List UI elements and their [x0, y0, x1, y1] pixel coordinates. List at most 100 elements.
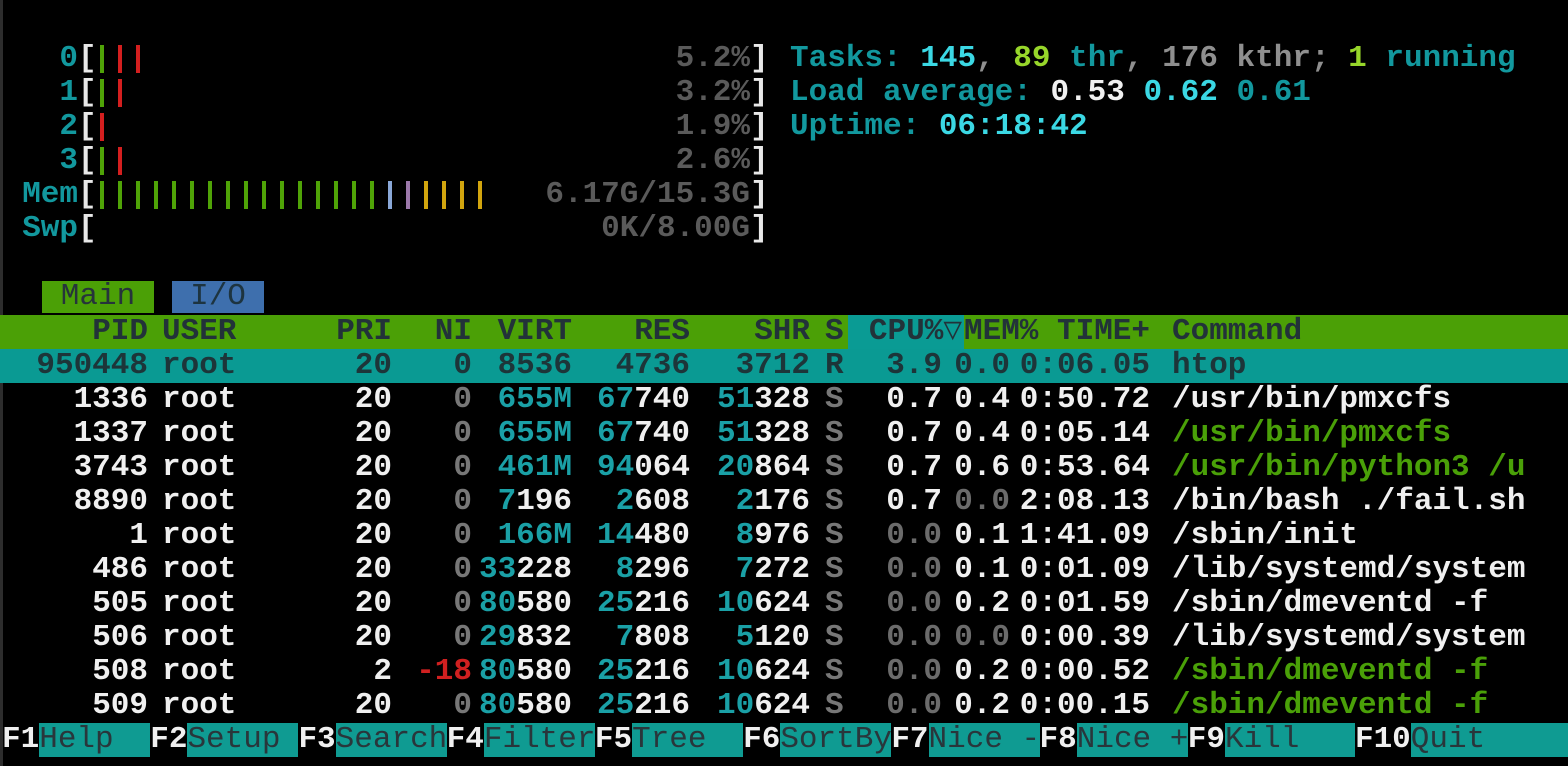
close-bracket: ] [750, 178, 769, 212]
fkey-f9-label[interactable]: Kill [1225, 723, 1355, 757]
process-row[interactable]: 1336root200655M6774051328S0.70.40:50.72/… [0, 383, 1568, 417]
tasks-line-segment: 89 [1013, 41, 1050, 76]
cell-time: 0:00.52 [0, 655, 1150, 689]
tab-io[interactable]: I/O [172, 281, 264, 313]
mem-meter: Mem[6.17G/15.3G] [0, 178, 780, 212]
fkey-f10[interactable]: F10 [1355, 723, 1411, 757]
cpu-meter-2-value: 1.9% [400, 110, 750, 144]
cpu-meter-2-bar [100, 113, 104, 141]
close-bracket: ] [750, 212, 769, 246]
process-row-selected[interactable]: 950448root200853647363712R3.90.00:06.05h… [0, 349, 1568, 383]
green-tick [136, 181, 140, 209]
col-header-time[interactable]: TIME+ [0, 315, 1150, 349]
green-tick [370, 181, 374, 209]
fkey-f4[interactable]: F4 [447, 723, 484, 757]
cell-time: 0:06.05 [0, 349, 1150, 383]
fkey-f9[interactable]: F9 [1188, 723, 1225, 757]
cell-command: htop [1172, 349, 1246, 383]
fkey-f3[interactable]: F3 [298, 723, 335, 757]
process-row[interactable]: 508root2-18805802521610624S0.00.20:00.52… [0, 655, 1568, 689]
cell-command: /lib/systemd/system [1172, 553, 1525, 587]
cell-command: /bin/bash ./fail.sh [1172, 485, 1525, 519]
htop-terminal: 0[5.2%]1[3.2%]2[1.9%]3[2.6%]Mem[6.17G/15… [0, 0, 1568, 766]
cell-time: 0:01.09 [0, 553, 1150, 587]
fkey-f3-label[interactable]: Search [336, 723, 447, 757]
open-bracket: [ [78, 144, 97, 178]
green-tick [172, 181, 176, 209]
cell-time: 1:41.09 [0, 519, 1150, 553]
tab-main[interactable]: Main [42, 281, 154, 313]
open-bracket: [ [78, 110, 97, 144]
tasks-line-segment: Tasks: [790, 41, 920, 76]
red-tick [118, 147, 122, 175]
tasks-line-segment: , [976, 41, 1013, 76]
process-row[interactable]: 486root2003322882967272S0.00.10:01.09/li… [0, 553, 1568, 587]
swp-meter-value: 0K/8.00G [400, 212, 750, 246]
cpu-meter-2: 2[1.9%] [0, 110, 780, 144]
fkey-f1[interactable]: F1 [2, 723, 39, 757]
load-average-line-segment: 0.62 [1143, 75, 1236, 110]
tasks-line-segment: 176 kthr [1162, 41, 1311, 76]
process-row[interactable]: 1root200166M144808976S0.00.11:41.09/sbin… [0, 519, 1568, 553]
blue-tick [388, 181, 392, 209]
green-tick [280, 181, 284, 209]
open-bracket: [ [78, 42, 97, 76]
fkey-f5[interactable]: F5 [595, 723, 632, 757]
col-header-command[interactable]: Command [1172, 315, 1302, 349]
cell-command: /lib/systemd/system [1172, 621, 1525, 655]
fkey-f4-label[interactable]: Filter [484, 723, 595, 757]
green-tick [154, 181, 158, 209]
tasks-line-segment: thr [1050, 41, 1124, 76]
green-tick [100, 147, 104, 175]
table-header: PID USER PRI NI VIRT RES SHR S CPU%▽ MEM… [0, 315, 1568, 349]
tasks-line-segment: 145 [920, 41, 976, 76]
green-tick [262, 181, 266, 209]
process-row[interactable]: 1337root200655M6774051328S0.70.40:05.14/… [0, 417, 1568, 451]
open-bracket: [ [78, 212, 97, 246]
mem-meter-label: Mem [0, 178, 78, 212]
uptime-line-segment: 06:18:42 [939, 109, 1088, 144]
cell-command: /sbin/dmeventd -f [1172, 689, 1488, 723]
process-row[interactable]: 506root2002983278085120S0.00.00:00.39/li… [0, 621, 1568, 655]
tasks-line-segment: , [1125, 41, 1162, 76]
fkey-f7-label[interactable]: Nice - [929, 723, 1040, 757]
green-tick [226, 181, 230, 209]
fkey-f1-label[interactable]: Help [39, 723, 150, 757]
load-average-line-segment: Load average: [790, 75, 1050, 110]
cell-command: /sbin/dmeventd -f [1172, 587, 1488, 621]
fkey-f5-label[interactable]: Tree [632, 723, 743, 757]
cell-time: 0:00.39 [0, 621, 1150, 655]
function-key-bar: F1HelpF2SetupF3SearchF4FilterF5TreeF6Sor… [2, 723, 1568, 757]
green-tick [100, 79, 104, 107]
process-row[interactable]: 3743root200461M9406420864S0.70.60:53.64/… [0, 451, 1568, 485]
swp-meter: Swp[0K/8.00G] [0, 212, 780, 246]
fkey-f8-label[interactable]: Nice + [1077, 723, 1188, 757]
load-average-line-segment: 0.53 [1050, 75, 1143, 110]
cpu-meter-0-value: 5.2% [400, 42, 750, 76]
close-bracket: ] [750, 110, 769, 144]
fkey-f2-label[interactable]: Setup [187, 723, 298, 757]
fkey-f10-label[interactable]: Quit [1411, 723, 1568, 757]
close-bracket: ] [750, 144, 769, 178]
cpu-meter-1: 1[3.2%] [0, 76, 780, 110]
process-row[interactable]: 8890root200719626082176S0.70.02:08.13/bi… [0, 485, 1568, 519]
fkey-f6[interactable]: F6 [743, 723, 780, 757]
open-bracket: [ [78, 76, 97, 110]
fkey-f8[interactable]: F8 [1040, 723, 1077, 757]
process-row[interactable]: 505root200805802521610624S0.00.20:01.59/… [0, 587, 1568, 621]
red-tick [118, 45, 122, 73]
fkey-f6-label[interactable]: SortBy [780, 723, 891, 757]
green-tick [100, 45, 104, 73]
swp-meter-label: Swp [0, 212, 78, 246]
uptime-line-segment: Uptime: [790, 109, 939, 144]
open-bracket: [ [78, 178, 97, 212]
cpu-meter-3-bar [100, 147, 122, 175]
fkey-f7[interactable]: F7 [891, 723, 928, 757]
cell-command: /usr/bin/python3 /u [1172, 451, 1525, 485]
load-average-line-segment: 0.61 [1236, 75, 1310, 110]
tasks-line-segment: ; [1311, 41, 1348, 76]
fkey-f2[interactable]: F2 [150, 723, 187, 757]
green-tick [352, 181, 356, 209]
process-row[interactable]: 509root200805802521610624S0.00.20:00.15/… [0, 689, 1568, 723]
cell-time: 0:50.72 [0, 383, 1150, 417]
